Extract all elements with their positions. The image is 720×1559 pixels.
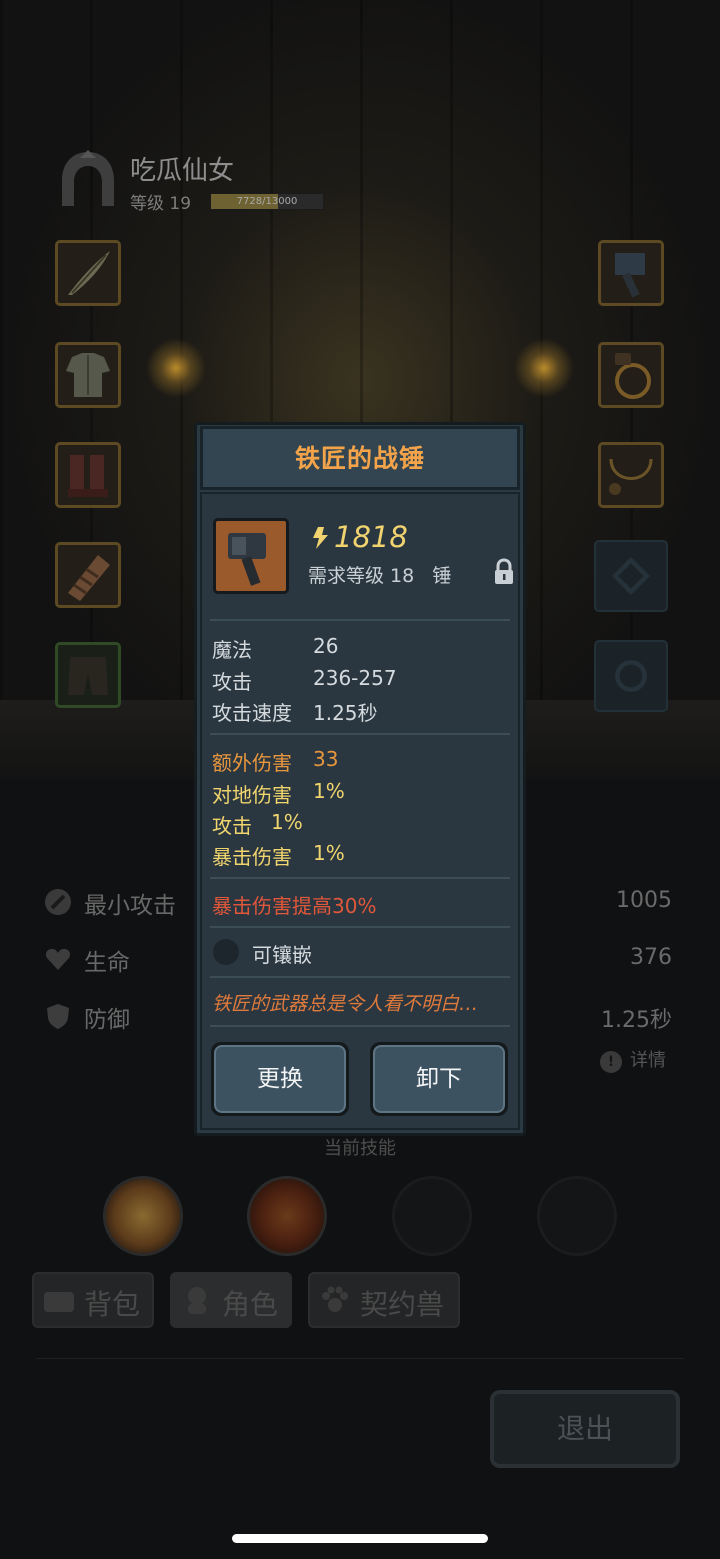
ring-icon (615, 353, 651, 399)
equip-slot-empty-1[interactable] (594, 540, 668, 612)
stat-value: 1.25秒 (601, 1008, 672, 1033)
stat-value: 1005 (616, 888, 672, 913)
socket-label: 可镶嵌 (252, 943, 312, 967)
item-requirement: 需求等级 18 锤 (308, 565, 452, 587)
unequip-button[interactable]: 卸下 (370, 1042, 508, 1116)
hooded-avatar-icon (62, 150, 114, 206)
skills-title: 当前技能 (324, 1138, 396, 1159)
stat-label: 最小攻击 (84, 893, 176, 919)
socket-icon (213, 939, 239, 965)
tab-label: 背包 (84, 1288, 141, 1321)
tab-character[interactable]: 角色 (170, 1272, 292, 1328)
feather-quill-icon (68, 251, 110, 295)
empty-slot-icon (615, 660, 647, 692)
modal-title-bar: 铁匠的战锤 (200, 426, 520, 490)
details-link[interactable]: ! 详情 (600, 1046, 666, 1073)
bandage-glove-icon (68, 555, 110, 601)
paw-icon (322, 1286, 348, 1312)
character-name: 吃瓜仙女 (130, 156, 235, 186)
boots-icon (68, 455, 108, 497)
exit-button[interactable]: 退出 (490, 1390, 680, 1468)
equip-slot-pants[interactable] (55, 642, 121, 708)
character-icon (188, 1287, 206, 1314)
separator (210, 926, 510, 928)
separator (210, 976, 510, 978)
hammer-weapon-icon (615, 253, 645, 298)
skill-slot-2[interactable] (247, 1176, 327, 1256)
separator (210, 733, 510, 735)
item-power: 1818 (334, 520, 408, 554)
unequip-button-label: 卸下 (373, 1045, 505, 1113)
divider (36, 1358, 684, 1359)
skill-slot-4[interactable] (537, 1176, 617, 1256)
tab-contract-beast[interactable]: 契约兽 (308, 1272, 460, 1328)
tab-bag[interactable]: 背包 (32, 1272, 154, 1328)
pants-icon (68, 657, 108, 695)
equip-slot-boots[interactable] (55, 442, 121, 508)
item-icon-frame (213, 518, 289, 594)
tab-label: 契约兽 (360, 1288, 445, 1321)
bag-icon (44, 1292, 74, 1312)
separator (210, 877, 510, 879)
character-level: 等级 19 (130, 194, 192, 214)
lock-icon[interactable] (492, 558, 516, 586)
equip-slot-weapon-right[interactable] (598, 240, 664, 306)
right-lamp-light (514, 338, 574, 398)
empty-slot-icon (611, 556, 651, 596)
equip-slot-necklace[interactable] (598, 442, 664, 508)
separator (210, 619, 510, 621)
equip-slot-armor[interactable] (55, 342, 121, 408)
cloth-armor-icon (66, 353, 110, 397)
item-flavor-text: 铁匠的武器总是令人看不明白… (212, 993, 479, 1015)
item-title: 铁匠的战锤 (294, 444, 425, 473)
equip-slot-ring[interactable] (598, 342, 664, 408)
equip-slot-gloves[interactable] (55, 542, 121, 608)
left-lamp-light (146, 338, 206, 398)
skill-slot-3[interactable] (392, 1176, 472, 1256)
equip-slot-empty-2[interactable] (594, 640, 668, 712)
separator (210, 1025, 510, 1027)
war-hammer-icon (228, 533, 266, 586)
replace-button[interactable]: 更换 (211, 1042, 349, 1116)
sword-icon (45, 889, 71, 915)
heart-icon (45, 948, 71, 970)
stat-value: 376 (630, 945, 672, 970)
details-label: 详情 (630, 1050, 666, 1071)
xp-text: 7728/13000 (236, 196, 298, 207)
shield-icon (47, 1004, 69, 1029)
home-indicator[interactable] (232, 1534, 488, 1543)
tab-label: 角色 (222, 1288, 279, 1321)
xp-bar: 7728/13000 (210, 193, 324, 210)
equip-slot-weapon-left[interactable] (55, 240, 121, 306)
exclamation-icon: ! (600, 1051, 622, 1073)
replace-button-label: 更换 (214, 1045, 346, 1113)
skill-slot-1[interactable] (103, 1176, 183, 1256)
necklace-icon (609, 458, 653, 495)
power-icon (313, 527, 328, 549)
stat-label: 防御 (84, 1007, 130, 1033)
stat-label: 生命 (84, 950, 130, 976)
